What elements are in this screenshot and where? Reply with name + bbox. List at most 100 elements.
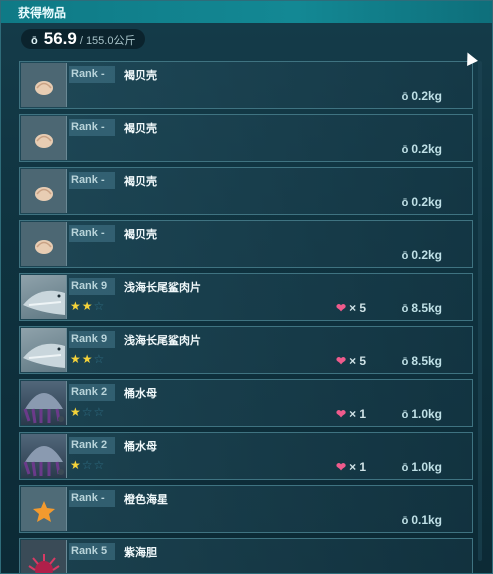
star-thumbnail (21, 487, 67, 531)
jelly-thumbnail (21, 434, 67, 478)
weight-icon: ō (401, 356, 409, 368)
item-rank: Rank 9 (69, 331, 115, 348)
item-rank: Rank 9 (69, 278, 115, 295)
item-name: 褐贝壳 (124, 229, 157, 241)
item-name: 褐贝壳 (124, 123, 157, 135)
star-empty-icon: ☆ (81, 405, 94, 419)
star-filled-icon: ★ (70, 458, 82, 472)
item-weight-value: 0.2kg (411, 89, 442, 103)
item-name: 褐贝壳 (124, 176, 157, 188)
item-weight: ō 0.2kg (402, 89, 442, 103)
heart-count: ❤ × 1 (336, 460, 366, 474)
weight-icon: ō (31, 35, 38, 47)
shark-thumbnail (21, 328, 67, 372)
heart-value: × 1 (349, 460, 367, 474)
item-row[interactable]: Rank 2 桶水母 ★☆☆ ❤ × 1 ō 1.0kg (19, 432, 473, 480)
item-name: 桶水母 (124, 388, 157, 400)
item-weight-value: 0.2kg (411, 195, 442, 209)
item-row[interactable]: Rank 2 桶水母 ★☆☆ ❤ × 1 ō 1.0kg (19, 379, 473, 427)
item-row[interactable]: Rank 5 紫海胆 (19, 538, 473, 573)
shell-thumbnail (21, 169, 67, 213)
heart-value: × 1 (349, 407, 367, 421)
heart-value: × 5 (349, 301, 367, 315)
item-weight-value: 0.2kg (411, 142, 442, 156)
heart-count: ❤ × 1 (336, 407, 366, 421)
item-weight: ō 0.1kg (402, 513, 442, 527)
item-weight: ō 0.2kg (402, 142, 442, 156)
heart-count: ❤ × 5 (336, 354, 366, 368)
star-empty-icon: ☆ (93, 299, 106, 313)
max-weight: / 155.0公斤 (79, 35, 136, 47)
current-weight: 56.9 (43, 29, 77, 48)
item-weight-value: 1.0kg (411, 407, 442, 421)
item-weight-value: 1.0kg (411, 460, 442, 474)
shell-thumbnail (21, 63, 67, 107)
heart-count: ❤ × 5 (336, 301, 366, 315)
item-weight: ō 0.2kg (402, 248, 442, 262)
star-filled-icon: ★ (81, 352, 94, 366)
item-rank: Rank 2 (69, 437, 115, 454)
star-rating: ★☆☆ (70, 458, 105, 472)
item-rank: Rank - (69, 225, 115, 242)
heart-icon: ❤ (336, 460, 347, 474)
carry-weight: ō 56.9 / 155.0公斤 (21, 29, 146, 49)
item-rank: Rank 5 (69, 543, 115, 560)
weight-icon: ō (401, 409, 409, 421)
item-weight: ō 8.5kg (402, 301, 442, 315)
urchin-thumbnail (21, 540, 67, 573)
item-list[interactable]: Rank - 褐贝壳 ō 0.2kg Rank - 褐贝壳 ō 0.2kg Rank - 褐贝壳 ō… (19, 61, 475, 573)
item-name: 橙色海星 (124, 494, 168, 506)
weight-icon: ō (401, 515, 409, 527)
scrollbar[interactable] (478, 61, 482, 561)
item-weight-value: 0.2kg (411, 248, 442, 262)
acquired-items-panel: 获得物品 ō 56.9 / 155.0公斤 Rank - 褐贝壳 ō 0.2kg Ran… (0, 0, 493, 574)
star-filled-icon: ★ (81, 299, 94, 313)
star-filled-icon: ★ (70, 405, 82, 419)
item-rank: Rank - (69, 119, 115, 136)
item-rank: Rank - (69, 66, 115, 83)
item-weight-value: 0.1kg (411, 513, 442, 527)
item-weight-value: 8.5kg (411, 354, 442, 368)
star-empty-icon: ☆ (93, 458, 106, 472)
star-rating: ★★☆ (70, 352, 105, 366)
item-row[interactable]: Rank - 褐贝壳 ō 0.2kg (19, 61, 473, 109)
item-name: 浅海长尾鲨肉片 (124, 335, 201, 347)
jelly-thumbnail (21, 381, 67, 425)
item-row[interactable]: Rank - 褐贝壳 ō 0.2kg (19, 167, 473, 215)
item-rank: Rank 2 (69, 384, 115, 401)
weight-icon: ō (401, 144, 409, 156)
star-rating: ★☆☆ (70, 405, 105, 419)
weight-icon: ō (401, 91, 409, 103)
star-empty-icon: ☆ (93, 405, 106, 419)
item-row[interactable]: Rank 9 浅海长尾鲨肉片 ★★☆ ❤ × 5 ō 8.5kg (19, 326, 473, 374)
weight-icon: ō (401, 197, 409, 209)
panel-title: 获得物品 (1, 1, 492, 23)
weight-icon: ō (401, 250, 409, 262)
item-rank: Rank - (69, 172, 115, 189)
item-weight: ō 0.2kg (402, 195, 442, 209)
item-name: 浅海长尾鲨肉片 (124, 282, 201, 294)
item-name: 紫海胆 (124, 547, 157, 559)
star-empty-icon: ☆ (81, 458, 94, 472)
item-name: 桶水母 (124, 441, 157, 453)
item-rank: Rank - (69, 490, 115, 507)
heart-icon: ❤ (336, 301, 347, 315)
star-empty-icon: ☆ (93, 352, 106, 366)
item-row[interactable]: Rank - 橙色海星 ō 0.1kg (19, 485, 473, 533)
shark-thumbnail (21, 275, 67, 319)
item-name: 褐贝壳 (124, 70, 157, 82)
item-weight-value: 8.5kg (411, 301, 442, 315)
star-filled-icon: ★ (70, 299, 82, 313)
item-row[interactable]: Rank 9 浅海长尾鲨肉片 ★★☆ ❤ × 5 ō 8.5kg (19, 273, 473, 321)
item-weight: ō 8.5kg (402, 354, 442, 368)
shell-thumbnail (21, 116, 67, 160)
heart-icon: ❤ (336, 354, 347, 368)
item-weight: ō 1.0kg (402, 460, 442, 474)
heart-icon: ❤ (336, 407, 347, 421)
heart-value: × 5 (349, 354, 367, 368)
weight-icon: ō (401, 462, 409, 474)
shell-thumbnail (21, 222, 67, 266)
item-row[interactable]: Rank - 褐贝壳 ō 0.2kg (19, 114, 473, 162)
item-row[interactable]: Rank - 褐贝壳 ō 0.2kg (19, 220, 473, 268)
star-rating: ★★☆ (70, 299, 105, 313)
